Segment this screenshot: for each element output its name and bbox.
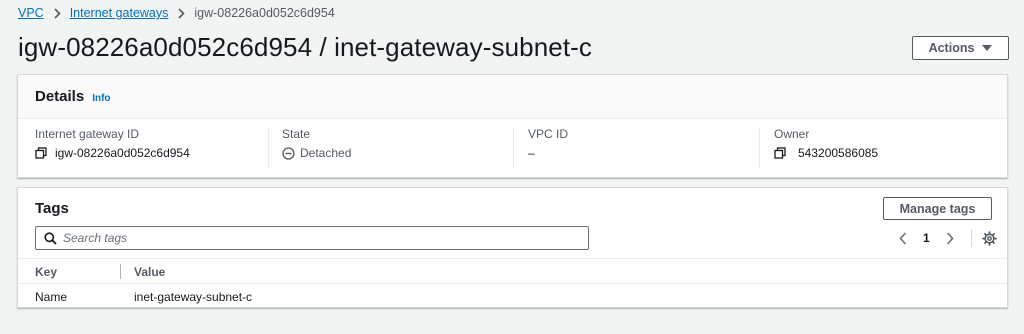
column-divider xyxy=(759,127,760,169)
detail-label: Internet gateway ID xyxy=(35,127,140,141)
caret-down-icon xyxy=(982,44,993,52)
column-resizer[interactable] xyxy=(120,264,121,279)
tag-value-cell: inet-gateway-subnet-c xyxy=(134,290,253,304)
column-header-value[interactable]: Value xyxy=(134,265,165,279)
chevron-right-icon xyxy=(53,7,61,19)
actions-button[interactable]: Actions xyxy=(912,36,1009,60)
actions-button-label: Actions xyxy=(928,41,975,55)
detail-vpc-id: VPC ID – xyxy=(528,127,758,169)
detail-label: Owner xyxy=(774,127,810,141)
pager-divider xyxy=(970,229,972,247)
search-tags-field xyxy=(35,226,589,250)
chevron-left-icon[interactable] xyxy=(896,231,910,245)
column-header-key[interactable]: Key xyxy=(35,265,57,279)
details-title: Details xyxy=(35,88,85,105)
table-row: Name inet-gateway-subnet-c xyxy=(18,284,1007,308)
details-header: Details Info xyxy=(18,75,1007,119)
tags-title: Tags xyxy=(35,200,69,217)
detail-label: State xyxy=(282,127,311,141)
tags-table-header: Key Value xyxy=(18,258,1007,284)
column-divider xyxy=(513,127,514,169)
chevron-right-icon[interactable] xyxy=(943,231,957,245)
chevron-right-icon xyxy=(177,7,186,19)
manage-tags-button[interactable]: Manage tags xyxy=(883,197,992,220)
copy-icon[interactable] xyxy=(35,147,47,159)
breadcrumb-current: igw-08226a0d052c6d954 xyxy=(194,6,335,20)
details-panel: Details Info Internet gateway ID igw-082… xyxy=(17,74,1008,178)
pagination: 1 xyxy=(896,228,997,248)
search-icon xyxy=(44,231,57,245)
detail-internet-gateway-id: Internet gateway ID igw-08226a0d052c6d95… xyxy=(35,127,265,169)
detail-owner: Owner 543200586085 xyxy=(774,127,994,169)
page-number[interactable]: 1 xyxy=(923,231,930,245)
page-title: igw-08226a0d052c6d954 / inet-gateway-sub… xyxy=(18,32,592,62)
detached-status-icon xyxy=(282,146,295,160)
detail-value: 543200586085 xyxy=(798,146,879,160)
details-columns: Internet gateway ID igw-08226a0d052c6d95… xyxy=(18,127,1007,169)
gear-icon[interactable] xyxy=(981,230,997,246)
breadcrumb: VPC Internet gateways igw-08226a0d052c6d… xyxy=(18,5,335,21)
copy-icon[interactable] xyxy=(774,147,786,159)
detail-state: State Detached xyxy=(282,127,512,169)
tags-panel: Tags Manage tags 1 xyxy=(17,187,1008,308)
detail-value: Detached xyxy=(300,146,352,160)
breadcrumb-link-vpc[interactable]: VPC xyxy=(18,6,44,20)
breadcrumb-link-internet-gateways[interactable]: Internet gateways xyxy=(70,6,169,20)
detail-value: igw-08226a0d052c6d954 xyxy=(55,146,190,160)
detail-value: – xyxy=(528,146,535,160)
column-divider xyxy=(268,127,269,169)
info-link[interactable]: Info xyxy=(92,93,110,104)
detail-label: VPC ID xyxy=(528,127,569,141)
tag-key-cell: Name xyxy=(35,290,68,304)
search-tags-input[interactable] xyxy=(63,231,563,245)
